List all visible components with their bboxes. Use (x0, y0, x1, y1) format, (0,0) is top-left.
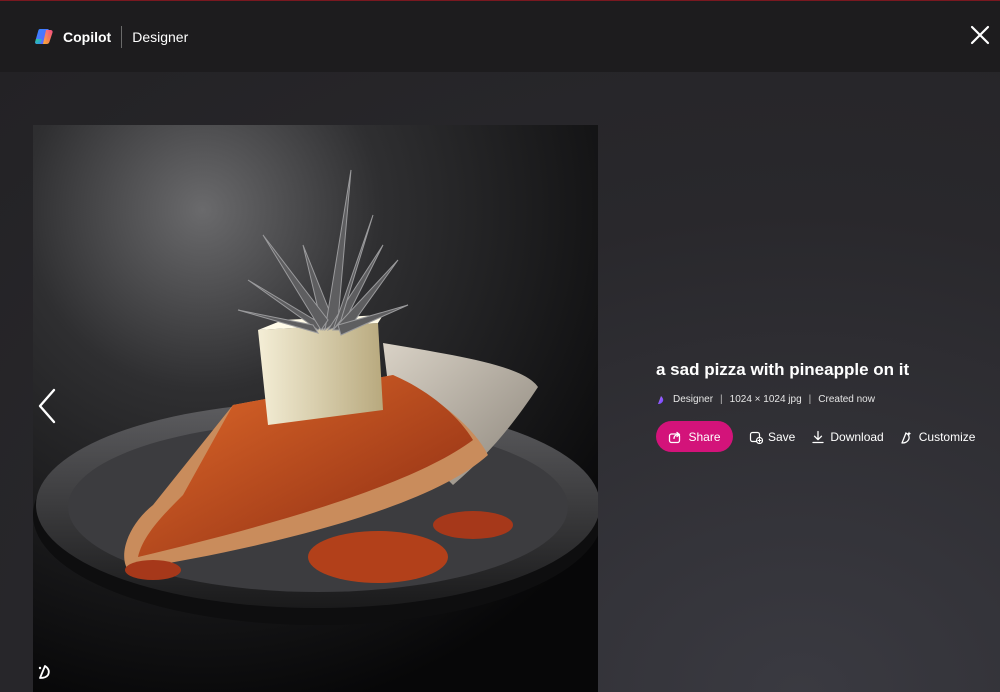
generated-image[interactable] (33, 125, 598, 692)
customize-icon (901, 431, 911, 444)
brand-divider (121, 25, 123, 48)
save-icon (749, 431, 763, 444)
meta-separator: | (720, 394, 723, 405)
designer-watermark-icon (38, 665, 50, 679)
image-details: a sad pizza with pineapple on it Designe… (656, 360, 996, 452)
meta-dimensions: 1024 × 1024 jpg (729, 394, 802, 405)
header-bar: Copilot Designer (0, 1, 1000, 72)
meta-created: Created now (818, 394, 875, 405)
save-button[interactable]: Save (749, 430, 795, 444)
designer-icon (658, 395, 664, 404)
customize-label: Customize (918, 429, 976, 444)
download-icon (812, 430, 825, 443)
brand[interactable]: Copilot Designer (34, 25, 189, 48)
share-button[interactable]: Share (656, 421, 733, 452)
copilot-logo-icon (35, 28, 53, 44)
pizza-image-illustration (33, 125, 598, 692)
close-icon[interactable] (970, 25, 990, 45)
meta-source: Designer (673, 394, 714, 405)
image-meta: Designer | 1024 × 1024 jpg | Created now (656, 394, 996, 405)
download-button[interactable]: Download (811, 429, 884, 444)
brand-name: Copilot (63, 28, 112, 45)
share-icon (669, 431, 681, 443)
save-label: Save (768, 429, 796, 444)
meta-separator: | (808, 394, 812, 405)
product-name: Designer (132, 28, 189, 45)
chevron-left-icon[interactable] (36, 388, 58, 424)
prompt-title: a sad pizza with pineapple on it (656, 360, 910, 379)
customize-button[interactable]: Customize (900, 429, 976, 444)
download-label: Download (830, 429, 884, 444)
share-label: Share (688, 429, 721, 444)
action-bar: Share Save Download Customize (656, 421, 996, 452)
